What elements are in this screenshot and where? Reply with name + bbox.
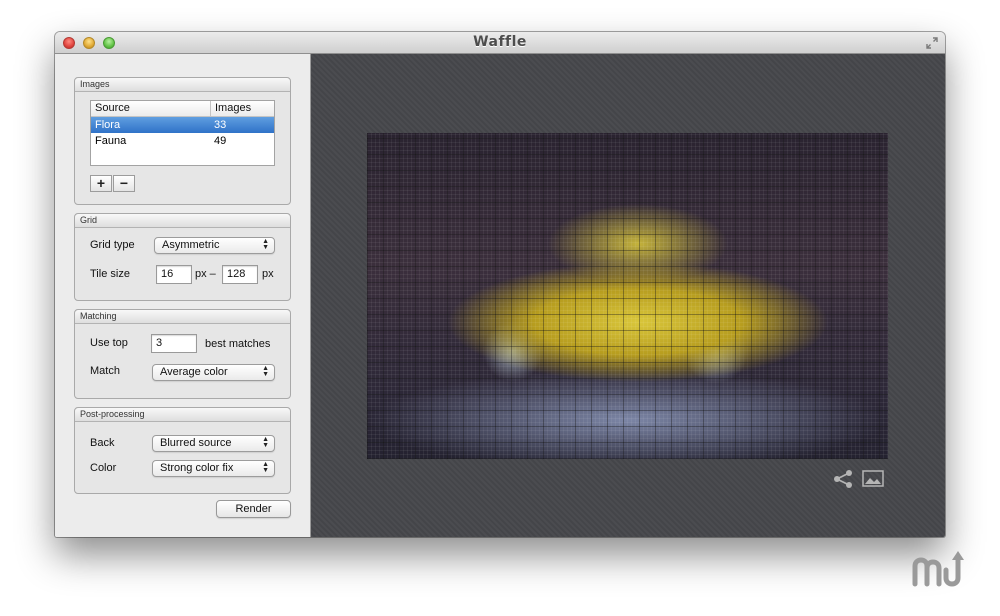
color-value: Strong color fix	[160, 462, 234, 474]
macupdate-logo-icon	[912, 551, 964, 587]
tile-separator: px –	[195, 268, 216, 280]
back-label: Back	[90, 437, 115, 449]
column-source[interactable]: Source	[95, 101, 130, 116]
grid-group-header: Grid	[75, 214, 290, 228]
grid-type-value: Asymmetric	[162, 239, 220, 251]
match-value: Average color	[160, 366, 228, 378]
table-header: Source Images	[91, 101, 274, 117]
popup-arrows-icon: ▲ ▼	[262, 365, 269, 378]
preview-area	[311, 54, 945, 537]
tile-size-label: Tile size	[90, 268, 130, 280]
images-group: Images Source Images Flora 33 Fauna 49 +…	[74, 77, 291, 205]
grid-type-label: Grid type	[90, 239, 135, 251]
matching-group: Matching Use top 3 best matches Match Av…	[74, 309, 291, 399]
post-processing-header: Post-processing	[75, 408, 290, 422]
back-value: Blurred source	[160, 437, 232, 449]
app-window: Waffle Images Source Images Flora 33 Fau…	[55, 32, 945, 537]
use-top-label: Use top	[90, 337, 128, 349]
popup-arrows-icon: ▲ ▼	[262, 436, 269, 449]
matching-group-header: Matching	[75, 310, 290, 324]
add-source-button[interactable]: +	[90, 175, 112, 192]
tile-max-field[interactable]: 128	[222, 265, 258, 284]
color-select[interactable]: Strong color fix ▲ ▼	[152, 460, 275, 477]
popup-arrows-icon: ▲ ▼	[262, 461, 269, 474]
sources-table[interactable]: Source Images Flora 33 Fauna 49	[90, 100, 275, 166]
title-bar: Waffle	[55, 32, 945, 54]
color-label: Color	[90, 462, 117, 474]
grid-group: Grid Grid type Asymmetric ▲ ▼ Tile size 1…	[74, 213, 291, 301]
use-top-field[interactable]: 3	[151, 334, 197, 353]
render-button[interactable]: Render	[216, 500, 291, 518]
column-images[interactable]: Images	[210, 101, 251, 116]
settings-sidebar: Images Source Images Flora 33 Fauna 49 +…	[55, 54, 311, 537]
best-matches-label: best matches	[205, 338, 271, 350]
match-label: Match	[90, 365, 120, 377]
tile-unit: px	[262, 268, 274, 280]
post-processing-group: Post-processing Back Blurred source ▲ ▼ C…	[74, 407, 291, 494]
window-title: Waffle	[473, 34, 527, 50]
images-group-header: Images	[75, 78, 290, 92]
row-source: Fauna	[95, 135, 127, 147]
row-count: 33	[214, 119, 227, 131]
table-row[interactable]: Flora 33	[91, 117, 274, 133]
fullscreen-icon[interactable]	[925, 36, 939, 50]
mosaic-preview-image[interactable]	[367, 133, 888, 459]
table-row[interactable]: Fauna 49	[91, 133, 274, 149]
row-count: 49	[214, 135, 227, 147]
grid-type-select[interactable]: Asymmetric ▲ ▼	[154, 237, 275, 254]
popup-arrows-icon: ▲ ▼	[262, 238, 269, 251]
match-select[interactable]: Average color ▲ ▼	[152, 364, 275, 381]
remove-source-button[interactable]: −	[113, 175, 135, 192]
row-source: Flora	[95, 119, 121, 131]
image-icon[interactable]	[862, 470, 884, 487]
tile-min-field[interactable]: 16	[156, 265, 192, 284]
share-icon[interactable]	[832, 469, 854, 489]
back-select[interactable]: Blurred source ▲ ▼	[152, 435, 275, 452]
